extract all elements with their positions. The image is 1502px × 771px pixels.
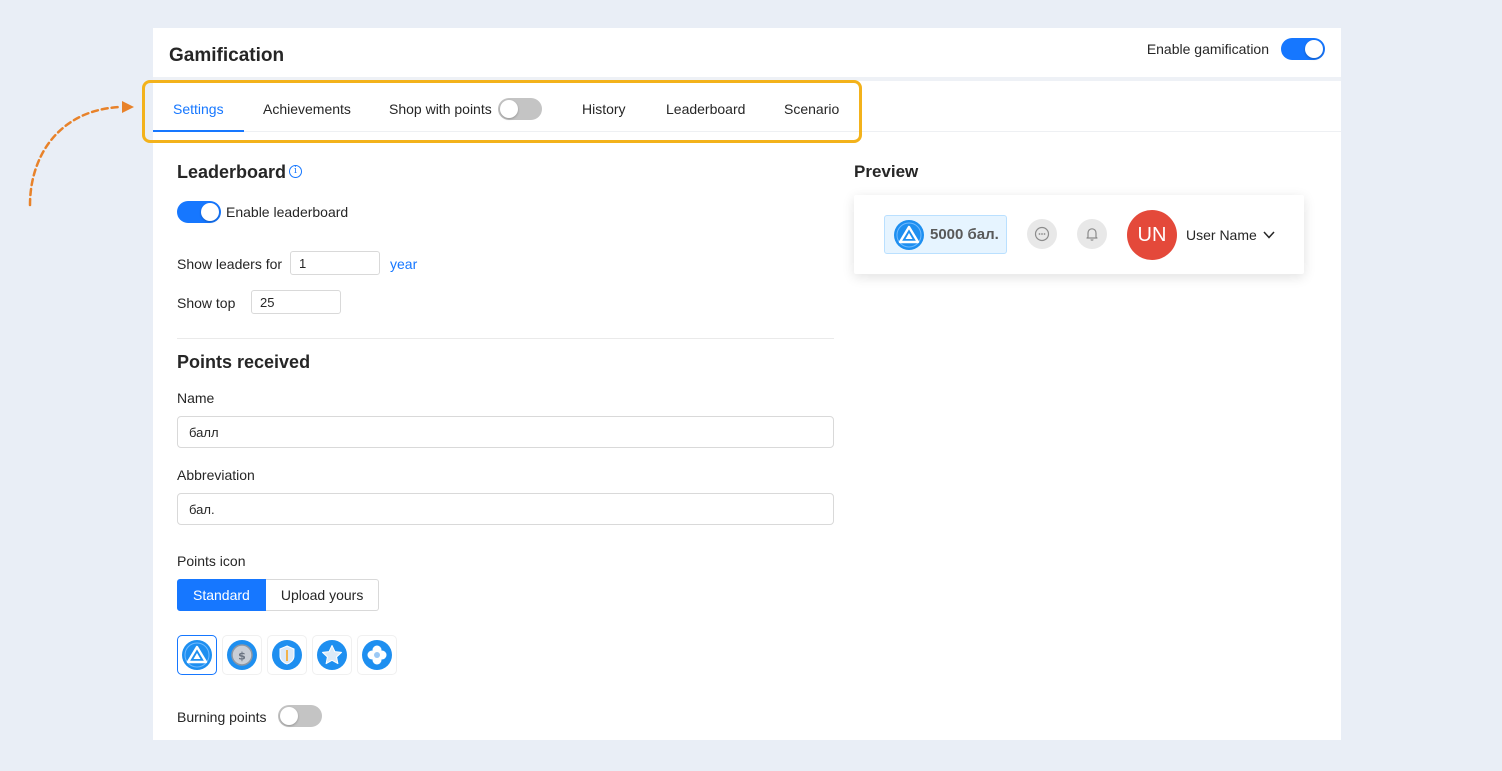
shield-coin-icon[interactable] bbox=[267, 635, 307, 675]
chevron-down-icon bbox=[1263, 231, 1275, 239]
enable-gamification-control[interactable]: Enable gamification bbox=[1147, 38, 1325, 60]
flower-coin-icon[interactable] bbox=[357, 635, 397, 675]
preview-title: Preview bbox=[854, 162, 919, 181]
triangle-coin-icon bbox=[894, 219, 924, 250]
points-balance-badge: 5000 бал. bbox=[884, 215, 1007, 254]
chat-icon[interactable] bbox=[1027, 219, 1057, 249]
show-leaders-label: Show leaders for bbox=[177, 256, 283, 272]
tab-settings-label: Settings bbox=[173, 100, 224, 117]
pointer-arrow-icon bbox=[28, 101, 134, 207]
tab-scenario-label: Scenario bbox=[784, 100, 840, 117]
burning-points-label: Burning points bbox=[177, 709, 267, 725]
tab-scenario[interactable]: Scenario bbox=[784, 85, 839, 132]
period-unit-link[interactable]: year bbox=[390, 256, 417, 272]
tab-leaderboard-label: Leaderboard bbox=[666, 100, 746, 117]
enable-leaderboard-toggle[interactable] bbox=[177, 201, 221, 223]
points-icon-label: Points icon bbox=[177, 553, 246, 569]
abbreviation-label: Abbreviation bbox=[177, 467, 255, 483]
avatar[interactable]: UN bbox=[1127, 210, 1177, 260]
upload-icon-button[interactable]: Upload yours bbox=[265, 579, 380, 611]
tab-shop-with-points[interactable]: Shop with points bbox=[389, 85, 542, 132]
name-input[interactable] bbox=[177, 416, 834, 448]
tab-history-label: History bbox=[582, 100, 626, 117]
page-title: Gamification bbox=[169, 45, 285, 66]
show-top-label: Show top bbox=[177, 295, 236, 311]
points-icon-options: $ bbox=[177, 635, 397, 675]
tab-bar: Settings Achievements Shop with points H… bbox=[153, 85, 1341, 132]
star-coin-icon[interactable] bbox=[312, 635, 352, 675]
tab-shop-label: Shop with points bbox=[389, 100, 492, 117]
burning-points-toggle[interactable] bbox=[278, 705, 322, 727]
enable-leaderboard-label: Enable leaderboard bbox=[226, 204, 349, 220]
tab-history[interactable]: History bbox=[582, 85, 626, 132]
points-section-title: Points received bbox=[177, 352, 311, 372]
name-label: Name bbox=[177, 390, 215, 406]
show-top-input[interactable] bbox=[251, 290, 341, 314]
section-divider bbox=[177, 338, 834, 339]
dollar-coin-icon[interactable]: $ bbox=[222, 635, 262, 675]
abbreviation-input[interactable] bbox=[177, 493, 834, 525]
leaderboard-section-title: Leaderboard bbox=[177, 162, 287, 182]
shop-with-points-toggle[interactable] bbox=[497, 97, 542, 120]
user-name-label: User Name bbox=[1186, 227, 1257, 243]
tab-leaderboard[interactable]: Leaderboard bbox=[666, 85, 745, 132]
enable-gamification-label: Enable gamification bbox=[1146, 41, 1269, 57]
svg-text:$: $ bbox=[238, 650, 246, 663]
tab-achievements-label: Achievements bbox=[263, 100, 351, 117]
gamification-panel: Gamification Enable gamification Setting… bbox=[142, 28, 1341, 740]
info-icon[interactable]: i bbox=[289, 165, 302, 178]
triangle-coin-icon[interactable] bbox=[177, 635, 217, 675]
points-icon-mode-selector: Standard Upload yours bbox=[177, 579, 380, 611]
points-balance-text: 5000 бал. bbox=[930, 226, 999, 243]
standard-icon-button[interactable]: Standard bbox=[177, 579, 266, 611]
enable-gamification-toggle[interactable] bbox=[1281, 38, 1325, 60]
preview-card: 5000 бал. UN User Name bbox=[854, 195, 1304, 274]
user-menu[interactable]: User Name bbox=[1186, 227, 1275, 243]
tab-achievements[interactable]: Achievements bbox=[263, 85, 351, 132]
show-leaders-input[interactable] bbox=[290, 251, 380, 275]
bell-icon[interactable] bbox=[1077, 219, 1107, 249]
tab-settings[interactable]: Settings bbox=[153, 85, 244, 132]
page-header: Gamification Enable gamification bbox=[153, 28, 1341, 81]
